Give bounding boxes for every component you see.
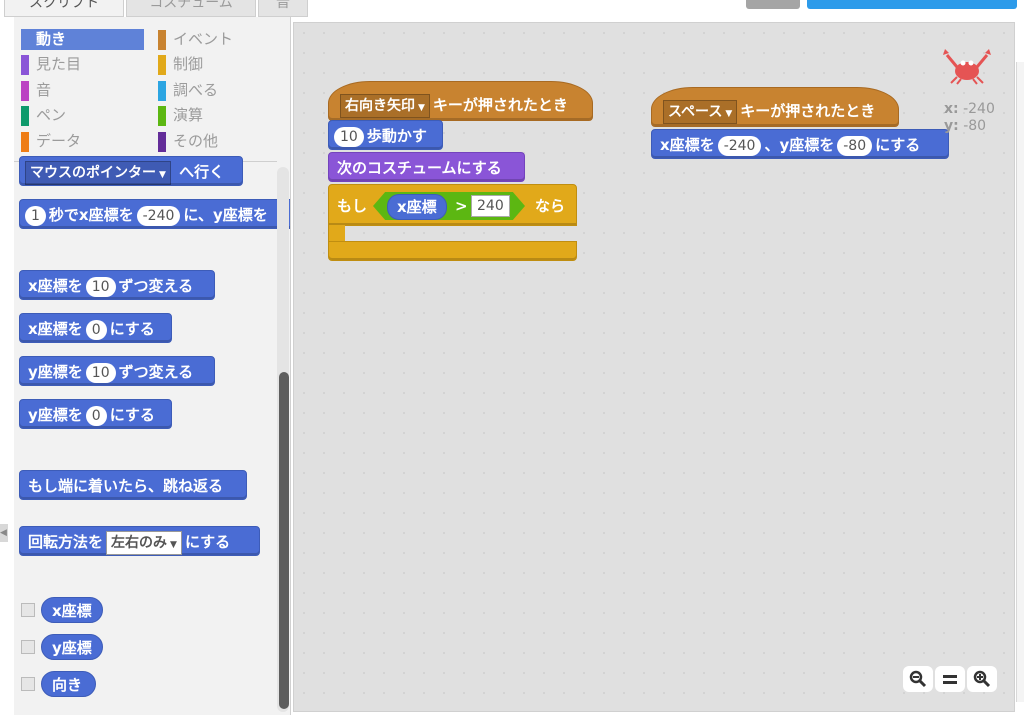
goto-x-input[interactable]: -240: [717, 135, 762, 156]
category-more[interactable]: その他: [158, 131, 278, 152]
checkbox-y-position[interactable]: [21, 640, 35, 654]
hat-when-space-pressed[interactable]: スペース ▼ キーが押されたとき: [651, 87, 899, 127]
condition-value-input[interactable]: 240: [471, 195, 510, 217]
if-header: もし x座標 > 240 なら: [328, 184, 577, 226]
category-data[interactable]: データ: [21, 131, 144, 152]
checkbox-x-position[interactable]: [21, 603, 35, 617]
category-looks[interactable]: 見た目: [21, 54, 144, 75]
condition-operator: >: [455, 197, 468, 215]
category-swatch: [21, 55, 29, 75]
block-palette: 動き イベント 見た目 制御 音 調べる ペン 演算 データ その他 マウスのポ…: [14, 17, 291, 715]
sprite-x-readout: x: -240: [944, 101, 995, 117]
block-goto-pointer[interactable]: マウスのポインター ▼ へ行く: [19, 156, 243, 186]
category-events[interactable]: イベント: [158, 29, 278, 50]
block-glide[interactable]: 1 秒でx座標を -240 に、y座標を: [19, 199, 290, 229]
target-dropdown[interactable]: マウスのポインター ▼: [25, 160, 171, 185]
change-x-input[interactable]: 10: [85, 276, 116, 297]
block-change-x[interactable]: x座標を 10 ずつ変える: [19, 270, 215, 300]
stage-panel-edge: [1016, 62, 1024, 702]
if-footer: [328, 241, 577, 261]
toolbar-button-gray[interactable]: [746, 0, 800, 9]
category-swatch: [158, 106, 166, 126]
sprite-y-readout: y: -80: [944, 118, 987, 134]
zoom-out-icon[interactable]: [903, 666, 933, 692]
rotation-dropdown[interactable]: 左右のみ ▼: [106, 530, 182, 555]
hat-when-key-pressed[interactable]: 右向き矢印 ▼ キーが押されたとき: [328, 81, 593, 121]
collapse-arrow-icon[interactable]: ◀: [0, 524, 8, 542]
steps-input[interactable]: 10: [334, 126, 364, 147]
tab-scripts[interactable]: スクリプト: [4, 0, 124, 17]
tab-sounds[interactable]: 音: [258, 0, 308, 17]
block-next-costume[interactable]: 次のコスチュームにする: [328, 152, 525, 182]
block-goto-xy[interactable]: x座標を -240 、y座標を -80 にする: [651, 129, 949, 159]
category-operators[interactable]: 演算: [158, 105, 278, 126]
category-control[interactable]: 制御: [158, 54, 278, 75]
block-set-x[interactable]: x座標を 0 にする: [19, 313, 172, 343]
zoom-in-icon[interactable]: [967, 666, 997, 692]
category-swatch: [21, 132, 29, 152]
palette-scrollbar-thumb[interactable]: [279, 372, 289, 709]
reporter-y-position[interactable]: y座標: [41, 634, 103, 660]
block-if[interactable]: もし x座標 > 240 なら: [328, 184, 577, 264]
toolbar-button-blue[interactable]: [807, 0, 1017, 9]
reporter-direction[interactable]: 向き: [41, 671, 96, 697]
category-sensing[interactable]: 調べる: [158, 80, 278, 101]
category-pen[interactable]: ペン: [21, 105, 144, 126]
category-swatch: [158, 30, 166, 50]
key-dropdown[interactable]: 右向き矢印 ▼: [340, 93, 430, 118]
set-y-input[interactable]: 0: [85, 405, 107, 426]
then-label: なら: [535, 197, 566, 215]
category-motion[interactable]: 動き: [21, 29, 144, 50]
zoom-reset-icon[interactable]: [935, 666, 965, 692]
category-swatch: [21, 81, 29, 101]
condition-greater-than[interactable]: x座標 > 240: [373, 192, 525, 220]
block-bounce[interactable]: もし端に着いたら、跳ね返る: [19, 470, 247, 500]
key-dropdown[interactable]: スペース ▼: [663, 99, 738, 124]
condition-x-reporter[interactable]: x座標: [387, 194, 447, 220]
goto-y-input[interactable]: -80: [837, 135, 873, 156]
category-sound[interactable]: 音: [21, 80, 144, 101]
if-arm: [328, 225, 345, 242]
category-swatch: [158, 132, 166, 152]
category-swatch: [21, 106, 29, 126]
change-y-input[interactable]: 10: [85, 362, 116, 383]
secs-input[interactable]: 1: [25, 205, 46, 226]
block-rotation-style[interactable]: 回転方法を 左右のみ ▼ にする: [19, 526, 260, 556]
checkbox-direction[interactable]: [21, 677, 35, 691]
glide-x-input[interactable]: -240: [136, 205, 181, 226]
category-swatch: [158, 81, 166, 101]
set-x-input[interactable]: 0: [85, 319, 107, 340]
sprite-thumbnail-crab-icon: [939, 47, 995, 85]
category-swatch: [158, 55, 166, 75]
reporter-x-position[interactable]: x座標: [41, 597, 103, 623]
script-area[interactable]: 右向き矢印 ▼ キーが押されたとき 10 歩動かす 次のコスチュームにする もし x座…: [293, 22, 1015, 712]
tab-costumes[interactable]: コスチューム: [126, 0, 256, 17]
block-move-steps[interactable]: 10 歩動かす: [328, 120, 443, 150]
block-change-y[interactable]: y座標を 10 ずつ変える: [19, 356, 215, 386]
block-set-y[interactable]: y座標を 0 にする: [19, 399, 172, 429]
